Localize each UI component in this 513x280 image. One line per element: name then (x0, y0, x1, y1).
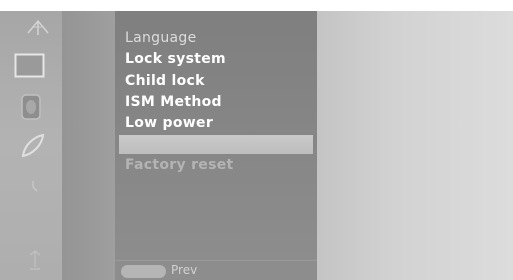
menu-footer: Prev (115, 260, 317, 280)
picture-icon[interactable] (14, 53, 46, 79)
setup-icon[interactable] (18, 131, 48, 161)
antenna-icon[interactable] (24, 15, 54, 41)
menu-category-strip (0, 11, 62, 280)
prev-label: Prev (171, 263, 198, 277)
input-icon[interactable] (26, 249, 44, 271)
menu-item-language[interactable]: Language (115, 28, 317, 49)
menu-item-low-power[interactable]: Low power (115, 113, 317, 134)
sound-icon[interactable] (20, 93, 44, 121)
prev-button[interactable] (121, 265, 166, 278)
menu-item-selected-empty[interactable] (119, 135, 313, 155)
options-menu-list: Language Lock system Child lock ISM Meth… (115, 28, 317, 177)
timer-icon[interactable] (26, 179, 40, 195)
info-area (317, 11, 513, 280)
options-menu-panel: Language Lock system Child lock ISM Meth… (115, 11, 317, 280)
menu-item-child-lock[interactable]: Child lock (115, 71, 317, 92)
menu-item-lock-system[interactable]: Lock system (115, 49, 317, 70)
menu-item-ism-method[interactable]: ISM Method (115, 92, 317, 113)
menu-item-factory-reset[interactable]: Factory reset (115, 155, 317, 176)
tv-menu-screen: Language Lock system Child lock ISM Meth… (0, 11, 513, 280)
